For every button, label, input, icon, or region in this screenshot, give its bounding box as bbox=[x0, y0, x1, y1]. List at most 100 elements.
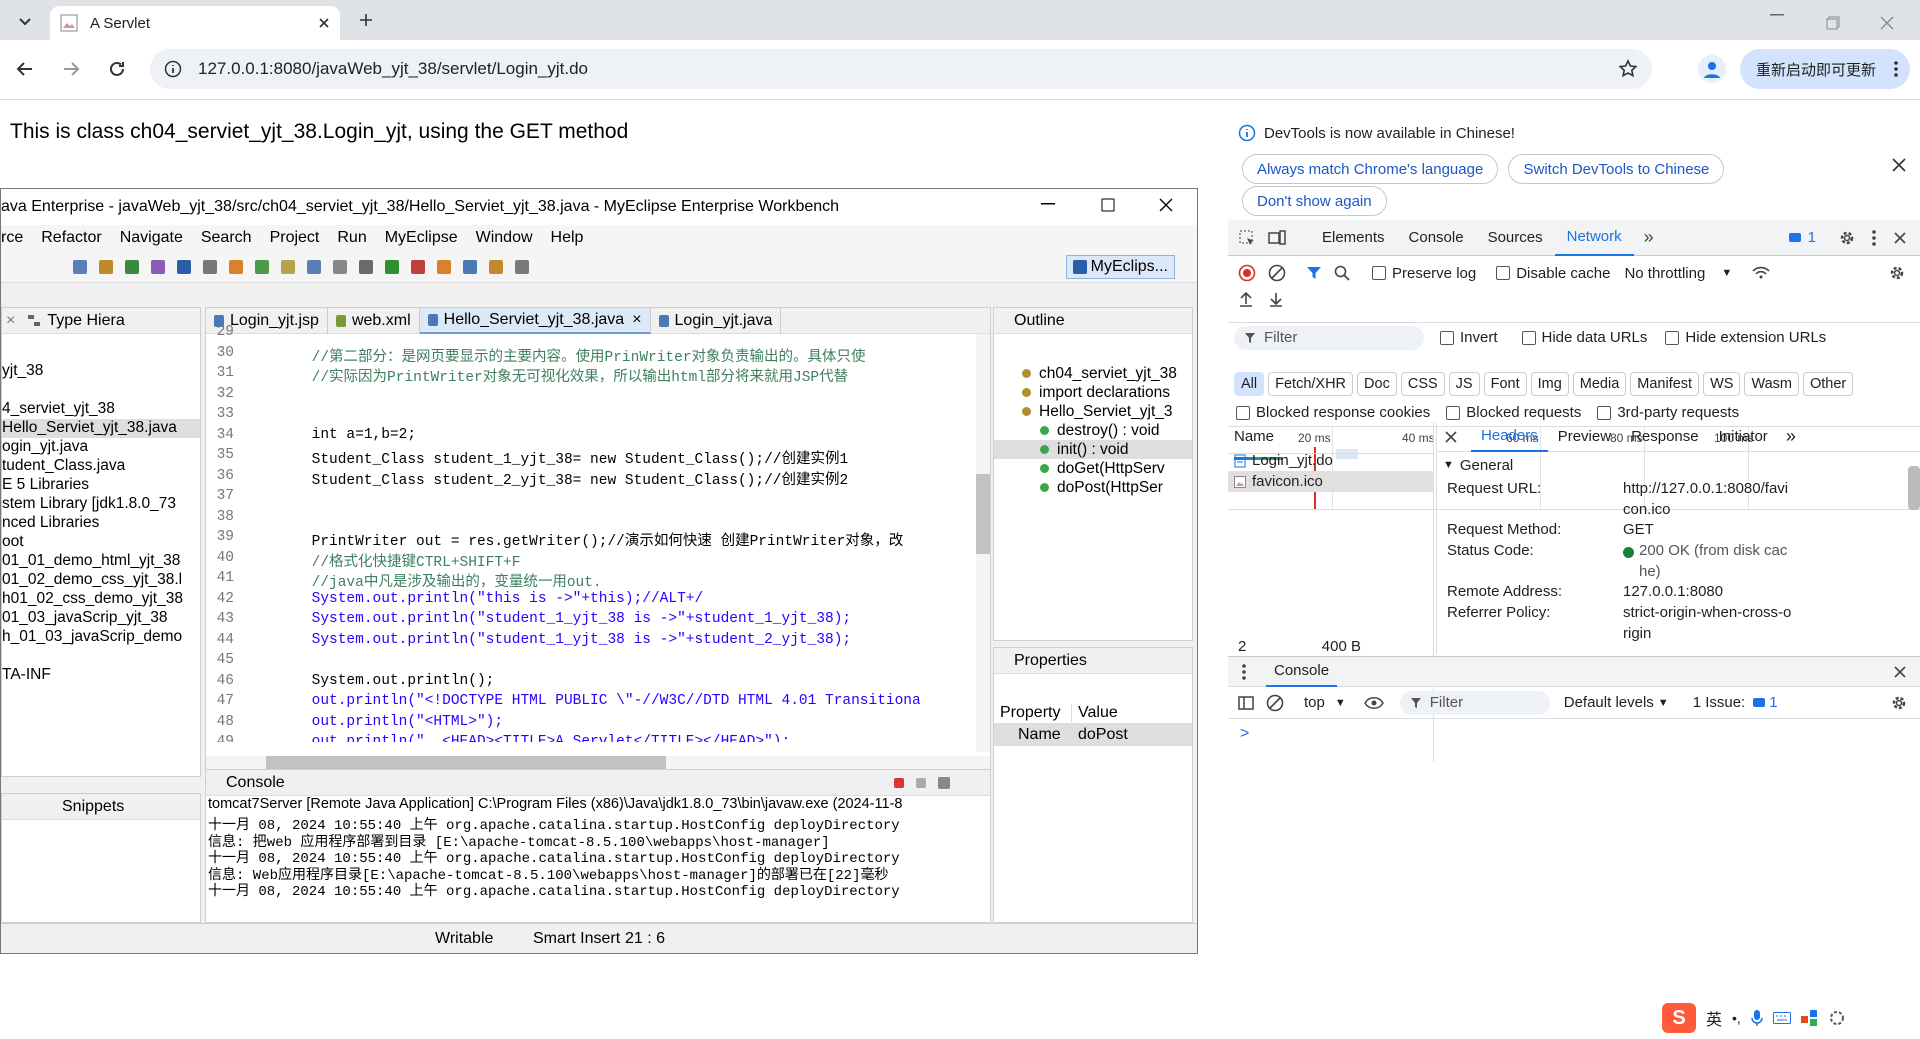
preserve-log-checkbox[interactable] bbox=[1372, 266, 1386, 280]
tree-item[interactable]: 01_01_demo_html_yjt_38 bbox=[2, 552, 200, 571]
sidebar-toggle-icon[interactable] bbox=[1238, 695, 1254, 711]
code-area[interactable]: 29 30 //第二部分：是网页要显示的主要内容。使用PrinWriter对象负责… bbox=[206, 324, 976, 742]
toolbox-icon[interactable] bbox=[1829, 1010, 1845, 1026]
type-filter-button[interactable]: Img bbox=[1530, 372, 1569, 396]
network-settings-icon[interactable] bbox=[1888, 264, 1906, 282]
menu-item[interactable]: rce bbox=[1, 229, 23, 247]
console-output[interactable]: 十一月 08, 2024 10:55:40 上午 org.apache.cata… bbox=[206, 814, 990, 900]
bookmark-star-icon[interactable] bbox=[1618, 59, 1638, 79]
tree-item[interactable]: tudent_Class.java bbox=[2, 457, 200, 476]
tree-item[interactable]: 01_03_javaScrip_yjt_38 bbox=[2, 609, 200, 628]
filter-input[interactable]: Filter bbox=[1234, 325, 1424, 350]
menu-item[interactable]: Window bbox=[476, 229, 533, 247]
more-tabs-icon[interactable]: » bbox=[1644, 227, 1654, 248]
type-filter-button[interactable]: Other bbox=[1803, 372, 1854, 396]
issues-label[interactable]: 1 Issue: bbox=[1693, 694, 1746, 711]
blocked-cookies-checkbox[interactable] bbox=[1236, 405, 1250, 420]
console-tab[interactable]: Console bbox=[226, 774, 285, 792]
toolbar-button-icon[interactable] bbox=[385, 259, 399, 274]
address-bar[interactable]: 127.0.0.1:8080/javaWeb_yjt_38/servlet/Lo… bbox=[150, 49, 1652, 89]
eclipse-minimize-icon[interactable] bbox=[1041, 203, 1055, 205]
type-filter-button[interactable]: JS bbox=[1448, 372, 1480, 396]
request-row-selected[interactable]: favicon.ico bbox=[1228, 471, 1434, 492]
log-levels-select[interactable]: Default levels bbox=[1564, 694, 1654, 711]
microphone-icon[interactable] bbox=[1751, 1010, 1763, 1026]
hide-data-urls-checkbox[interactable] bbox=[1521, 330, 1536, 345]
console-filter-input[interactable]: Filter bbox=[1399, 690, 1550, 715]
tree-item[interactable]: TA-INF bbox=[2, 666, 200, 685]
levels-dropdown-icon[interactable]: ▼ bbox=[1658, 697, 1669, 709]
type-filter-button[interactable]: Wasm bbox=[1744, 372, 1799, 396]
customize-menu-icon[interactable] bbox=[1872, 229, 1876, 246]
eclipse-maximize-icon[interactable] bbox=[1101, 198, 1115, 212]
menu-item[interactable]: MyEclipse bbox=[385, 229, 458, 247]
type-hierarchy-tab[interactable]: Type Hiera bbox=[47, 312, 124, 330]
eclipse-window[interactable]: ava Enterprise - javaWeb_yjt_38/src/ch04… bbox=[0, 188, 1198, 954]
tree-item[interactable]: stem Library [jdk1.8.0_73 bbox=[2, 495, 200, 514]
disable-cache-checkbox[interactable] bbox=[1496, 266, 1511, 280]
remove-launch-icon[interactable] bbox=[916, 777, 926, 788]
menu-item[interactable]: Run bbox=[337, 229, 366, 247]
more-menu-icon[interactable] bbox=[1894, 61, 1898, 77]
type-filter-button[interactable]: CSS bbox=[1400, 372, 1445, 396]
more-detail-tabs-icon[interactable]: » bbox=[1786, 426, 1796, 447]
toolbar-button-icon[interactable] bbox=[489, 259, 503, 274]
tree-item[interactable]: E 5 Libraries bbox=[2, 476, 200, 495]
name-column-header[interactable]: Name bbox=[1234, 423, 1274, 449]
outline-item[interactable]: destroy() : void bbox=[994, 421, 1192, 440]
skin-icon[interactable] bbox=[1800, 1010, 1819, 1026]
match-language-button[interactable]: Always match Chrome's language bbox=[1242, 154, 1499, 184]
menu-item[interactable]: Help bbox=[551, 229, 584, 247]
throttling-dropdown-icon[interactable]: ▼ bbox=[1721, 267, 1732, 279]
tree-item[interactable]: ogin_yjt.java bbox=[2, 438, 200, 457]
issues-count-drawer[interactable]: 1 bbox=[1769, 694, 1777, 711]
tree-item[interactable]: 01_02_demo_css_yjt_38.l bbox=[2, 571, 200, 590]
toolbar-button-icon[interactable] bbox=[203, 259, 217, 274]
eclipse-close-icon[interactable] bbox=[1159, 198, 1173, 212]
toolbar-button-icon[interactable] bbox=[99, 259, 113, 274]
clear-console-icon[interactable] bbox=[1266, 694, 1284, 712]
punctuation-icon[interactable]: •, bbox=[1732, 1010, 1741, 1026]
detail-tab[interactable]: Preview bbox=[1548, 422, 1621, 452]
tree-item[interactable] bbox=[2, 381, 200, 400]
tree-item[interactable] bbox=[2, 647, 200, 666]
blocked-requests-checkbox[interactable] bbox=[1446, 405, 1461, 420]
switch-chinese-button[interactable]: Switch DevTools to Chinese bbox=[1508, 154, 1725, 184]
drawer-console-tab[interactable]: Console bbox=[1266, 657, 1338, 687]
close-window-icon[interactable] bbox=[1880, 16, 1894, 30]
menu-item[interactable]: Navigate bbox=[120, 229, 183, 247]
toolbar-button-icon[interactable] bbox=[229, 259, 243, 274]
filter-funnel-icon[interactable] bbox=[1306, 265, 1322, 281]
detail-tab[interactable]: Initiator bbox=[1709, 422, 1778, 452]
browser-tab[interactable]: A Servlet bbox=[50, 6, 340, 40]
outline-item[interactable]: doGet(HttpServ bbox=[994, 459, 1192, 478]
devtools-tab[interactable]: Elements bbox=[1310, 220, 1397, 256]
detail-scrollbar[interactable] bbox=[1908, 452, 1920, 652]
menu-item[interactable]: Search bbox=[201, 229, 252, 247]
ime-language[interactable]: 英 bbox=[1706, 1006, 1722, 1030]
type-filter-button[interactable]: Doc bbox=[1357, 372, 1397, 396]
record-icon[interactable] bbox=[1238, 264, 1256, 282]
properties-tab[interactable]: Properties bbox=[1014, 652, 1087, 670]
devtools-tab[interactable]: Sources bbox=[1476, 220, 1555, 256]
new-tab-icon[interactable] bbox=[356, 10, 376, 30]
outline-item[interactable]: doPost(HttpSer bbox=[994, 478, 1192, 497]
toolbar-button-icon[interactable] bbox=[125, 259, 139, 274]
issues-count[interactable]: 1 bbox=[1808, 229, 1816, 246]
type-filter-button[interactable]: Fetch/XHR bbox=[1268, 372, 1354, 396]
tree-item[interactable]: Hello_Serviet_yjt_38.java bbox=[2, 419, 200, 438]
tree-item[interactable]: h_01_03_javaScrip_demo bbox=[2, 628, 200, 647]
reload-icon[interactable] bbox=[108, 60, 126, 78]
minimize-icon[interactable] bbox=[1770, 14, 1784, 16]
toolbar-button-icon[interactable] bbox=[437, 259, 451, 274]
toolbar-button-icon[interactable] bbox=[281, 259, 295, 274]
back-icon[interactable] bbox=[16, 60, 34, 78]
toolbar-button-icon[interactable] bbox=[151, 259, 165, 274]
devtools-tab[interactable]: Network bbox=[1554, 220, 1634, 256]
settings-gear-icon[interactable] bbox=[1838, 229, 1856, 247]
profile-avatar-icon[interactable] bbox=[1698, 55, 1726, 83]
tab-close-icon[interactable] bbox=[318, 17, 330, 29]
update-button[interactable]: 重新启动即可更新 bbox=[1740, 49, 1910, 89]
import-har-icon[interactable] bbox=[1238, 292, 1254, 308]
sogou-ime-icon[interactable]: S bbox=[1662, 1003, 1696, 1033]
